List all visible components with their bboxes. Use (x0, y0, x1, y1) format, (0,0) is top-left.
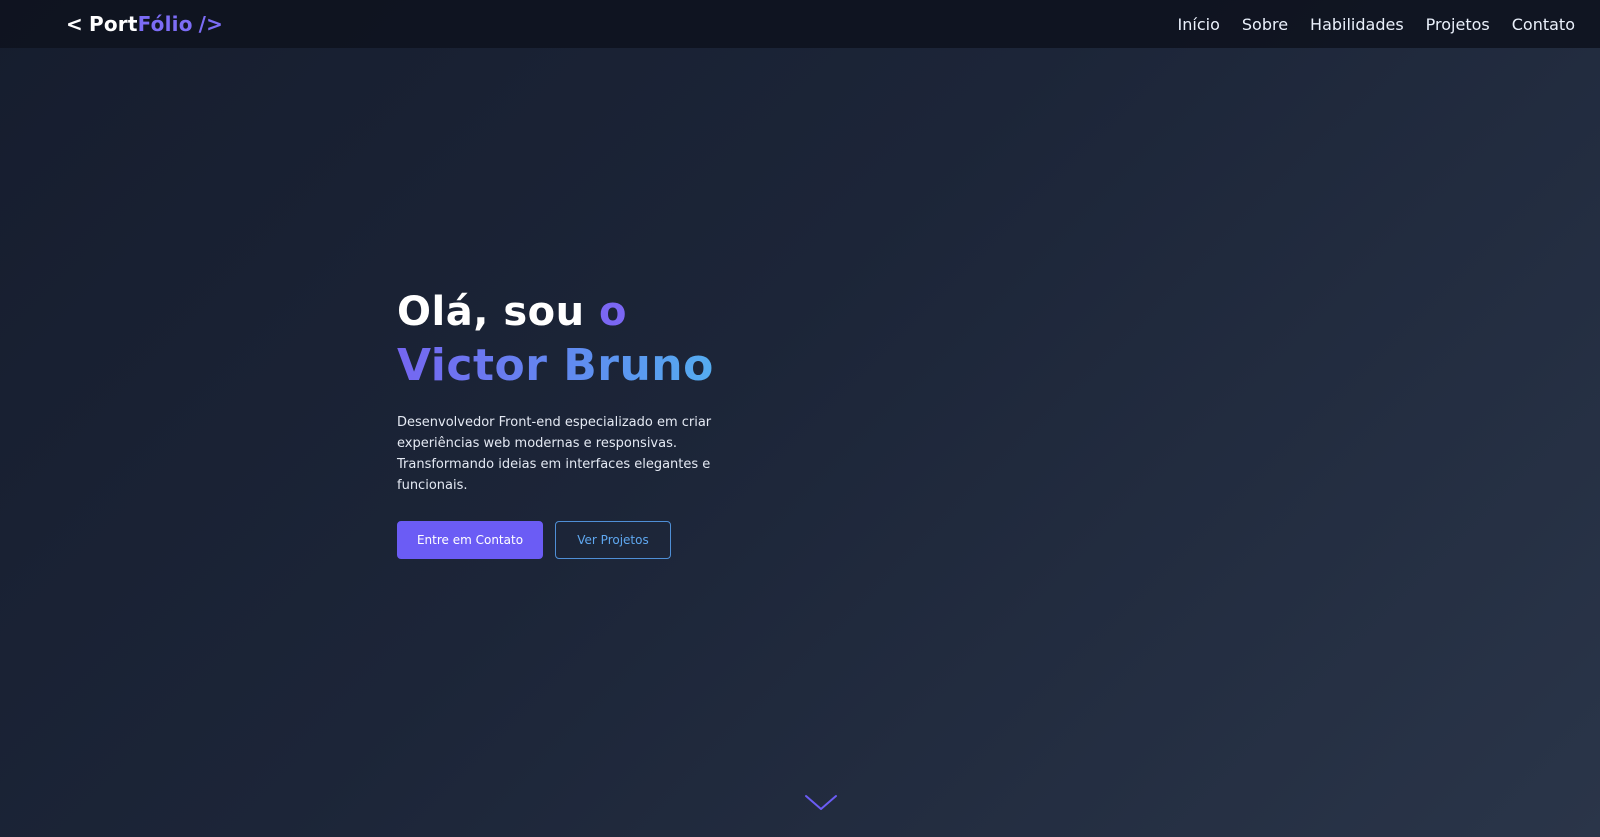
nav-link-projetos[interactable]: Projetos (1426, 15, 1490, 34)
logo-bracket-open: < (66, 12, 83, 36)
hero-name: Victor Bruno (397, 338, 757, 394)
nav-link-contato[interactable]: Contato (1512, 15, 1575, 34)
hero-buttons: Entre em Contato Ver Projetos (397, 521, 757, 559)
logo-folio: Fólio (137, 12, 193, 36)
logo[interactable]: < Port Fólio /> (66, 12, 223, 36)
hero-description: Desenvolvedor Front-end especializado em… (397, 415, 712, 493)
logo-port: Port (88, 12, 138, 36)
nav-menu: Início Sobre Habilidades Projetos Contat… (1178, 15, 1575, 34)
contact-button[interactable]: Entre em Contato (397, 521, 543, 559)
nav-link-inicio[interactable]: Início (1178, 15, 1220, 34)
nav-link-sobre[interactable]: Sobre (1242, 15, 1288, 34)
nav-link-habilidades[interactable]: Habilidades (1310, 15, 1404, 34)
navbar: < Port Fólio /> Início Sobre Habilidades … (0, 0, 1600, 48)
hero-section: Olá, sou o Victor Bruno Desenvolvedor Fr… (397, 286, 757, 559)
hero-greeting: Olá, sou o (397, 286, 757, 338)
view-projects-button[interactable]: Ver Projetos (555, 521, 671, 559)
hero-greeting-text: Olá, sou (397, 289, 585, 335)
chevron-down-icon[interactable] (804, 793, 838, 813)
logo-bracket-close: /> (198, 12, 224, 36)
hero-greeting-accent: o (599, 289, 628, 335)
